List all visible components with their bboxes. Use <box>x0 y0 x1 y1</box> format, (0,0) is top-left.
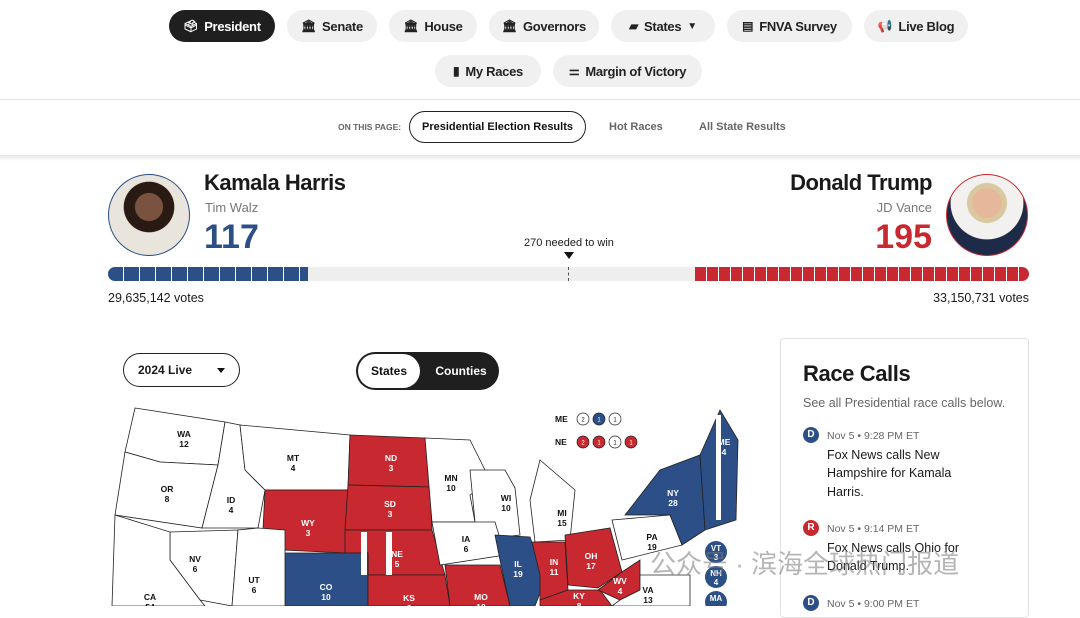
race-call-time: Nov 5 • 9:14 PM ET <box>827 523 920 535</box>
nav-live-blog[interactable]: 📢 Live Blog <box>864 10 968 42</box>
state-label: WI <box>501 493 511 503</box>
state-ev: 10 <box>321 592 331 602</box>
state-ev: 10 <box>501 503 511 513</box>
state-label: ND <box>385 453 397 463</box>
state-label: IN <box>550 557 559 567</box>
race-calls-subtitle: See all Presidential race calls below. <box>803 396 1006 410</box>
rep-running-mate: JD Vance <box>876 200 932 215</box>
state-label: SD <box>384 499 396 509</box>
state-ev: 6 <box>464 544 469 554</box>
rep-badge-icon: R <box>803 520 819 536</box>
watermark: 公众号 · 滨海全球热门报道 <box>650 549 960 579</box>
state-label: IL <box>514 559 522 569</box>
electoral-map[interactable]: WA12OR8 ID4MT4WY3ND3SD3NE5MN10WI10 MI15IA6… <box>0 0 780 606</box>
state-label: MT <box>287 453 300 463</box>
rep-electoral-votes: 195 <box>875 218 932 256</box>
state-ev: 5 <box>395 559 400 569</box>
district-label: ME <box>555 414 568 424</box>
state-label: PA <box>646 532 657 542</box>
nav-label: Live Blog <box>898 18 955 34</box>
race-call-item[interactable]: D Nov 5 • 9:28 PM ET Fox News calls New Ha… <box>803 427 977 501</box>
state-label: NY <box>667 488 679 498</box>
state-label: IA <box>462 534 471 544</box>
state-ev: 10 <box>476 602 486 606</box>
state-label: UT <box>248 575 260 585</box>
district-label: NE <box>555 437 567 447</box>
state-ev: 4 <box>618 586 623 596</box>
state-label: MI <box>557 508 566 518</box>
state-ev: 28 <box>668 498 678 508</box>
state-ev: 13 <box>643 595 653 605</box>
state-ev: 15 <box>557 518 567 528</box>
state-label: ID <box>227 495 236 505</box>
state-label: OR <box>161 484 174 494</box>
state-ev: 17 <box>586 561 596 571</box>
state-ev: 8 <box>577 601 582 606</box>
state-label: CA <box>144 592 156 602</box>
state-ev: 12 <box>179 439 189 449</box>
state-ev: 3 <box>389 463 394 473</box>
state-label: WV <box>613 576 627 586</box>
state-label: WY <box>301 518 315 528</box>
state-label: KY <box>573 591 585 601</box>
state-label: OH <box>585 551 598 561</box>
state-ev: 10 <box>446 483 456 493</box>
state-label: NE <box>391 549 403 559</box>
state-label: NV <box>189 554 201 564</box>
state-label: MA <box>710 594 723 603</box>
dem-badge-icon: D <box>803 427 819 443</box>
race-call-time: Nov 5 • 9:28 PM ET <box>827 430 920 442</box>
state-ev: 54 <box>145 602 155 606</box>
state-mi[interactable] <box>529 459 576 543</box>
dem-badge-icon: D <box>803 595 819 611</box>
state-ut[interactable] <box>231 527 286 606</box>
state-label: MN <box>444 473 457 483</box>
me-district-stripe <box>716 415 721 520</box>
state-ev: 11 <box>550 567 559 577</box>
race-call-time: Nov 5 • 9:00 PM ET <box>827 598 920 610</box>
state-ev: 19 <box>513 569 523 579</box>
state-label: KS <box>403 593 415 603</box>
race-call-item[interactable]: D Nov 5 • 9:00 PM ET <box>803 595 919 614</box>
state-label: MO <box>474 592 488 602</box>
rep-popular-votes: 33,150,731 votes <box>933 291 1029 305</box>
state-ev: 3 <box>388 509 393 519</box>
state-label: ME <box>718 437 731 447</box>
state-ev: 4 <box>291 463 296 473</box>
state-ev: 4 <box>229 505 234 515</box>
trump-avatar <box>946 174 1028 256</box>
state-ev: 4 <box>722 447 727 457</box>
state-ev: 6 <box>193 564 198 574</box>
state-label: CO <box>320 582 333 592</box>
state-label: VA <box>642 585 653 595</box>
race-calls-title: Race Calls <box>803 361 911 386</box>
rep-name: Donald Trump <box>790 170 932 195</box>
state-ev: 8 <box>165 494 170 504</box>
megaphone-icon: 📢 <box>877 19 893 33</box>
state-ev: 3 <box>306 528 311 538</box>
race-call-text: Fox News calls New Hampshire for Kamala … <box>827 447 952 499</box>
state-ev: 6 <box>252 585 257 595</box>
state-label: WA <box>177 429 191 439</box>
ne-district-stripe <box>361 532 367 575</box>
